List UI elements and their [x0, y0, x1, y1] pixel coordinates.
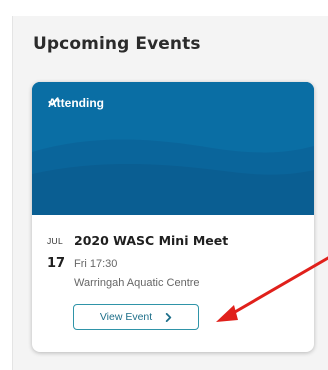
chevron-right-icon [165, 312, 172, 322]
upcoming-events-panel: Upcoming Events Attending JUL 2020 WASC … [12, 16, 328, 370]
event-time: Fri 17:30 [74, 258, 118, 270]
event-banner: Attending [32, 82, 314, 215]
event-venue: Warringah Aquatic Centre [74, 277, 200, 289]
check-icon [48, 97, 59, 106]
event-title: 2020 WASC Mini Meet [74, 233, 229, 248]
view-event-button[interactable]: View Event [73, 304, 199, 330]
attending-badge: Attending [48, 96, 104, 110]
view-event-label: View Event [99, 311, 153, 323]
event-day: 17 [47, 256, 66, 271]
section-title: Upcoming Events [33, 34, 201, 54]
event-month: JUL [47, 236, 64, 246]
event-card[interactable]: Attending JUL 2020 WASC Mini Meet 17 Fri… [32, 82, 314, 352]
event-details: JUL 2020 WASC Mini Meet 17 Fri 17:30 War… [32, 215, 314, 352]
